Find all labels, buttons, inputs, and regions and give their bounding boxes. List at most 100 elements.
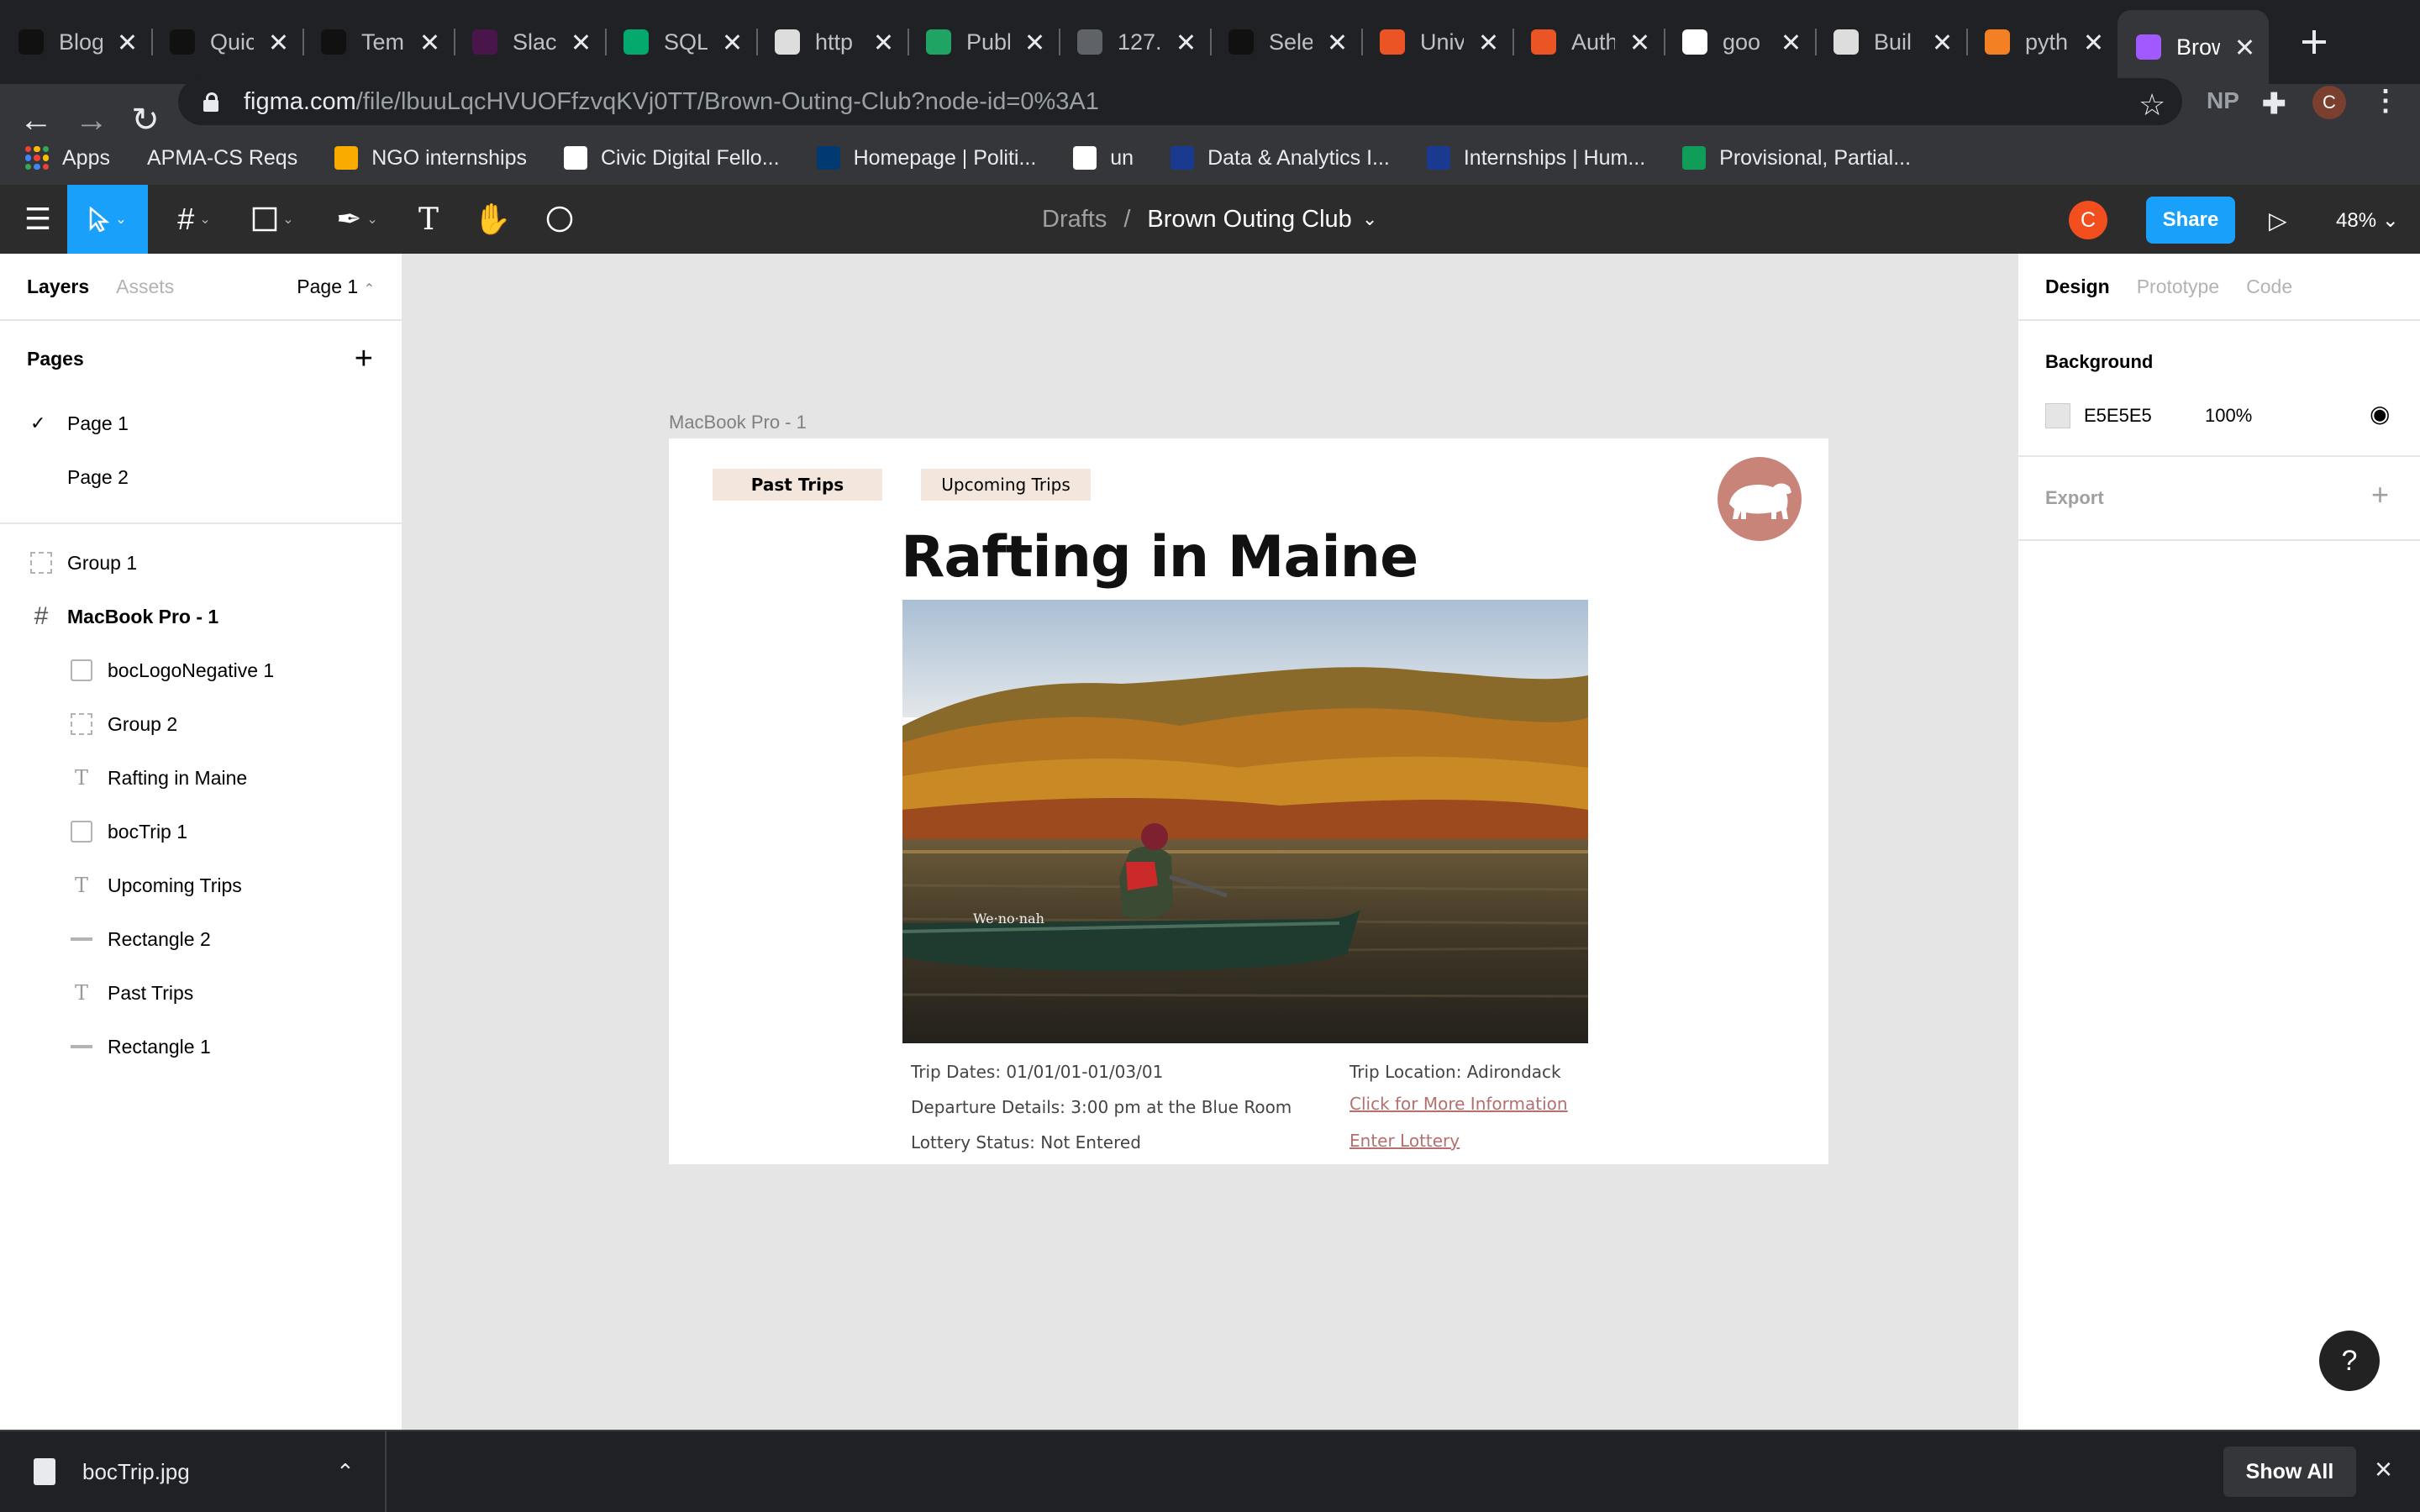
browser-tab[interactable]: Publ — [908, 17, 1059, 67]
bookmark-item[interactable]: Homepage | Politi... — [816, 146, 1036, 171]
bookmark-item[interactable]: Provisional, Partial... — [1682, 146, 1911, 171]
chrome-menu-icon[interactable]: ⋮ — [2371, 84, 2400, 118]
frame-label[interactable]: MacBook Pro - 1 — [669, 412, 807, 433]
page-selector[interactable]: Page 1 ⌃ — [297, 276, 375, 298]
layer-item[interactable]: Group 1 — [0, 536, 402, 590]
design-canvas[interactable]: MacBook Pro - 1 Past Trips Upcoming Trip… — [403, 254, 2017, 1430]
chevron-up-icon[interactable]: ⌃ — [336, 1459, 355, 1485]
upcoming-trips-button[interactable]: Upcoming Trips — [921, 469, 1091, 501]
apps-shortcut[interactable]: Apps — [25, 146, 110, 171]
tab-layers[interactable]: Layers — [27, 276, 89, 298]
layer-item[interactable]: T Upcoming Trips — [0, 858, 402, 912]
browser-tab[interactable]: pyth — [1966, 17, 2118, 67]
tab-close-icon[interactable] — [568, 29, 593, 55]
lottery-status[interactable]: Lottery Status: Not Entered — [911, 1132, 1141, 1152]
new-tab-button[interactable] — [2297, 25, 2331, 59]
background-hex-input[interactable]: E5E5E5 — [2084, 405, 2152, 427]
tab-close-icon[interactable] — [1778, 29, 1803, 55]
layer-item[interactable]: # MacBook Pro - 1 — [0, 590, 402, 643]
add-page-icon[interactable]: + — [355, 341, 373, 377]
tab-close-icon[interactable] — [1022, 29, 1047, 55]
eye-icon[interactable]: ◉ — [2370, 400, 2390, 428]
show-all-button[interactable]: Show All — [2223, 1446, 2356, 1497]
pen-tool-icon[interactable]: ✒ ⌄ — [328, 185, 387, 254]
tab-close-icon[interactable] — [266, 29, 291, 55]
browser-tab[interactable]: Auth — [1512, 17, 1664, 67]
bookmark-item[interactable]: Internships | Hum... — [1426, 146, 1645, 171]
browser-tab[interactable]: Slac — [454, 17, 605, 67]
extension-np[interactable]: NP — [2207, 87, 2239, 114]
user-avatar[interactable]: C — [2069, 201, 2107, 239]
tab-close-icon[interactable] — [1929, 29, 1954, 55]
bookmark-item[interactable]: Civic Digital Fello... — [564, 146, 780, 171]
bookmark-star-icon[interactable]: ☆ — [2139, 87, 2165, 123]
zoom-level[interactable]: 48% ⌄ — [2336, 208, 2399, 233]
shape-tool-icon[interactable]: ⌄ — [244, 185, 302, 254]
enter-lottery-link[interactable]: Enter Lottery — [1349, 1131, 1460, 1151]
tab-prototype[interactable]: Prototype — [2137, 276, 2219, 298]
tab-design[interactable]: Design — [2045, 276, 2110, 298]
layer-item[interactable]: Group 2 — [0, 697, 402, 751]
browser-tab[interactable]: 127. — [1059, 17, 1210, 67]
tab-close-icon[interactable] — [871, 29, 896, 55]
bookmark-item[interactable]: NGO internships — [334, 146, 527, 171]
file-name[interactable]: Brown Outing Club — [1147, 206, 1351, 234]
layer-item[interactable]: bocLogoNegative 1 — [0, 643, 402, 697]
tab-assets[interactable]: Assets — [116, 276, 174, 298]
bookmark-item[interactable]: Data & Analytics I... — [1171, 146, 1390, 171]
present-play-icon[interactable]: ▷ — [2269, 207, 2287, 234]
past-trips-button[interactable]: Past Trips — [713, 469, 882, 501]
bookmark-item[interactable]: un — [1073, 146, 1134, 171]
tab-close-icon[interactable] — [2232, 34, 2257, 60]
macbook-pro-frame[interactable]: Past Trips Upcoming Trips Rafting in Mai… — [669, 438, 1828, 1164]
layer-item[interactable]: T Past Trips — [0, 966, 402, 1020]
move-tool-icon[interactable]: ⌄ — [67, 185, 148, 254]
layer-item[interactable]: bocTrip 1 — [0, 805, 402, 858]
hand-tool-icon[interactable]: ✋ — [467, 185, 518, 254]
help-button[interactable]: ? — [2319, 1331, 2380, 1391]
browser-tab[interactable]: http — [756, 17, 908, 67]
close-icon[interactable]: × — [2375, 1452, 2392, 1487]
tab-close-icon[interactable] — [417, 29, 442, 55]
breadcrumb-drafts[interactable]: Drafts — [1042, 206, 1107, 234]
browser-tab[interactable]: Brow — [2118, 10, 2269, 84]
layer-item[interactable]: Rectangle 2 — [0, 912, 402, 966]
trip-photo[interactable]: We·no·nah — [902, 600, 1588, 1043]
boc-bear-logo[interactable] — [1718, 457, 1802, 541]
trip-location[interactable]: Trip Location: Adirondack — [1349, 1062, 1561, 1082]
browser-tab[interactable]: Univ — [1361, 17, 1512, 67]
browser-tab[interactable]: SQL — [605, 17, 756, 67]
tab-close-icon[interactable] — [2081, 29, 2106, 55]
layer-item[interactable]: Rectangle 1 — [0, 1020, 402, 1074]
page-item[interactable]: Page 2 — [0, 450, 402, 504]
chevron-down-icon[interactable]: ⌄ — [1362, 208, 1377, 230]
browser-tab[interactable]: goo — [1664, 17, 1815, 67]
tab-close-icon[interactable] — [1173, 29, 1198, 55]
download-item[interactable]: bocTrip.jpg ⌃ — [0, 1431, 387, 1512]
browser-tab[interactable]: Buil — [1815, 17, 1966, 67]
page-item[interactable]: ✓ Page 1 — [0, 396, 402, 450]
browser-tab[interactable]: Tem — [302, 17, 454, 67]
browser-tab[interactable]: Sele — [1210, 17, 1361, 67]
extensions-puzzle-icon[interactable]: ✚ — [2262, 87, 2286, 121]
add-export-icon[interactable]: + — [2371, 477, 2389, 512]
browser-tab[interactable]: Quic — [151, 17, 302, 67]
browser-tab[interactable]: Blog — [0, 17, 151, 67]
share-button[interactable]: Share — [2146, 197, 2235, 244]
tab-close-icon[interactable] — [114, 29, 139, 55]
layer-item[interactable]: T Rafting in Maine — [0, 751, 402, 805]
trip-dates[interactable]: Trip Dates: 01/01/01-01/03/01 — [911, 1062, 1163, 1082]
comment-tool-icon[interactable] — [534, 185, 585, 254]
trip-title[interactable]: Rafting in Maine — [901, 524, 1418, 591]
address-bar[interactable]: figma.com/file/lbuuLqcHVUOFfzvqKVj0TT/Br… — [178, 78, 2182, 125]
main-menu-icon[interactable]: ☰ — [8, 185, 67, 254]
profile-avatar[interactable]: C — [2312, 86, 2346, 119]
tab-close-icon[interactable] — [1324, 29, 1349, 55]
tab-close-icon[interactable] — [1476, 29, 1501, 55]
lock-icon[interactable] — [203, 92, 218, 112]
background-color-swatch[interactable] — [2045, 403, 2070, 428]
text-tool-icon[interactable]: T — [403, 185, 454, 254]
tab-close-icon[interactable] — [719, 29, 744, 55]
frame-tool-icon[interactable]: # ⌄ — [165, 185, 224, 254]
departure-details[interactable]: Departure Details: 3:00 pm at the Blue R… — [911, 1097, 1292, 1117]
